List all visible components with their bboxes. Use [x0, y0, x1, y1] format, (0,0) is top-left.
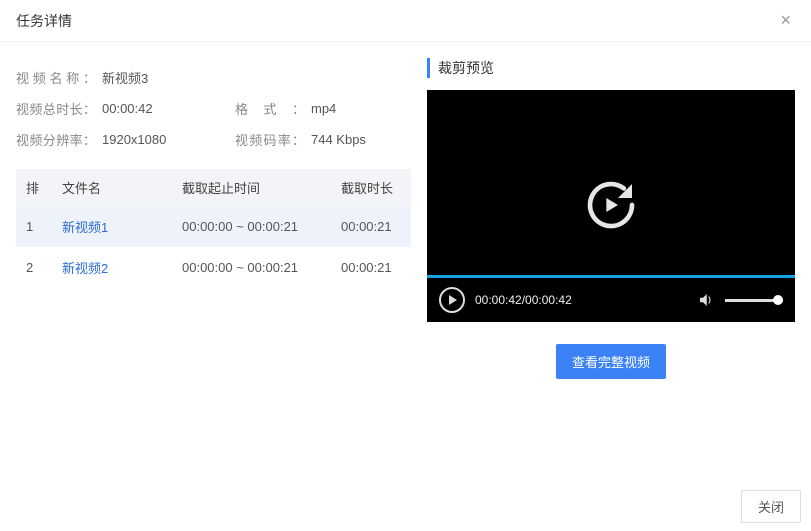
meta-format-label: 格式： [235, 99, 305, 118]
meta-duration-value: 00:00:42 [102, 101, 153, 116]
cell-index: 1 [16, 206, 52, 247]
volume-slider[interactable] [725, 299, 783, 302]
meta-bitrate-value: 744 Kbps [311, 132, 366, 147]
meta-duration-label: 视频总时长： [16, 99, 96, 118]
time-display: 00:00:42/00:00:42 [475, 293, 572, 307]
modal-header: 任务详情 × [0, 0, 811, 42]
close-icon[interactable]: × [776, 10, 795, 31]
replay-icon[interactable] [583, 177, 639, 236]
cell-range: 00:00:00 ~ 00:00:21 [172, 206, 331, 247]
play-button[interactable] [439, 287, 465, 313]
video-controls: 00:00:42/00:00:42 [427, 278, 795, 322]
th-range: 截取起止时间 [172, 169, 331, 206]
th-index: 排 [16, 169, 52, 206]
cell-length: 00:00:21 [331, 247, 411, 288]
meta-resolution-label: 视频分辨率： [16, 130, 96, 149]
meta-format-value: mp4 [311, 101, 336, 116]
video-meta: 视频名称： 新视频3 视频总时长： 00:00:42 格式： mp4 [16, 58, 411, 169]
table-row[interactable]: 2 新视频2 00:00:00 ~ 00:00:21 00:00:21 [16, 247, 411, 288]
clip-link[interactable]: 新视频1 [62, 220, 108, 235]
meta-resolution-value: 1920x1080 [102, 132, 166, 147]
meta-bitrate-label: 视频码率： [235, 130, 305, 149]
task-detail-modal: 任务详情 × 视频名称： 新视频3 视频总时长： 00:00:42 [0, 0, 811, 472]
meta-name-label: 视频名称： [16, 68, 96, 87]
cell-length: 00:00:21 [331, 206, 411, 247]
cell-index: 2 [16, 247, 52, 288]
table-row[interactable]: 1 新视频1 00:00:00 ~ 00:00:21 00:00:21 [16, 206, 411, 247]
modal-title: 任务详情 [16, 11, 72, 31]
close-button[interactable]: 关闭 [741, 490, 801, 523]
table-header-row: 排 文件名 截取起止时间 截取时长 [16, 169, 411, 206]
meta-name-value: 新视频3 [102, 68, 148, 87]
preview-title: 裁剪预览 [427, 58, 795, 78]
clip-table: 排 文件名 截取起止时间 截取时长 1 新视频1 00:00:00 ~ 00:0… [16, 169, 411, 288]
view-full-video-button[interactable]: 查看完整视频 [556, 344, 666, 379]
left-panel: 视频名称： 新视频3 视频总时长： 00:00:42 格式： mp4 [16, 58, 411, 456]
video-player[interactable]: 00:00:42/00:00:42 [427, 90, 795, 322]
play-icon [449, 295, 457, 305]
cell-range: 00:00:00 ~ 00:00:21 [172, 247, 331, 288]
th-filename: 文件名 [52, 169, 172, 206]
volume-thumb[interactable] [773, 295, 783, 305]
modal-footer: 关闭 [741, 490, 801, 523]
clip-link[interactable]: 新视频2 [62, 261, 108, 276]
th-length: 截取时长 [331, 169, 411, 206]
volume-icon[interactable] [697, 291, 715, 309]
modal-body: 视频名称： 新视频3 视频总时长： 00:00:42 格式： mp4 [0, 42, 811, 472]
right-panel: 裁剪预览 00:00:42/00:00:42 [427, 58, 795, 456]
